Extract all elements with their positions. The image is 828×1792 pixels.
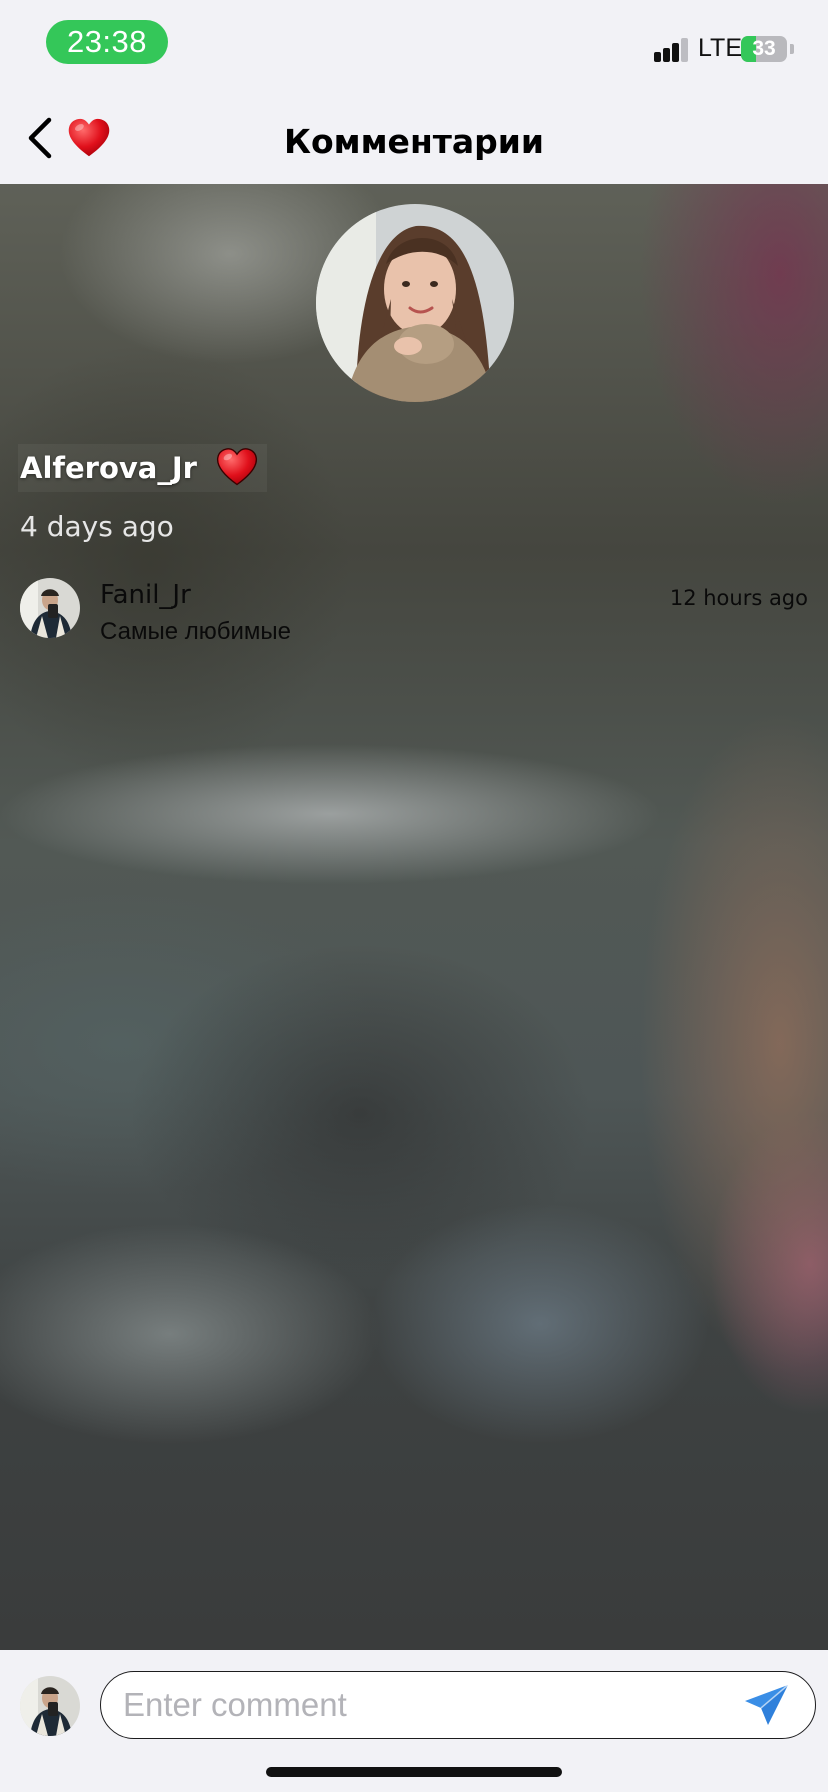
post-author-avatar[interactable] <box>316 204 514 402</box>
comment-input[interactable] <box>100 1671 816 1739</box>
avatar-photo <box>20 1676 80 1736</box>
battery-tip <box>790 44 794 54</box>
comment-composer <box>0 1650 828 1792</box>
paper-plane-icon[interactable] <box>742 1682 792 1728</box>
avatar-photo <box>20 578 80 638</box>
post-author: Alferova_Jr <box>18 444 267 492</box>
network-type: LTE <box>698 34 742 62</box>
page-title: Комментарии <box>283 122 545 161</box>
navigation-bar: Комментарии <box>0 92 828 185</box>
status-bar: 23:38 LTE 33 <box>0 0 828 92</box>
comment-item[interactable]: Fanil_Jr 12 hours ago Самые любимые <box>20 578 808 645</box>
post-timestamp: 4 days ago <box>20 510 174 543</box>
battery-icon: 33 <box>741 36 787 62</box>
clock-pill[interactable]: 23:38 <box>46 20 168 64</box>
comment-author-name[interactable]: Fanil_Jr <box>100 580 191 610</box>
comment-text: Самые любимые <box>100 618 291 645</box>
current-user-avatar[interactable] <box>20 1676 80 1736</box>
cellular-signal-icon <box>654 38 688 64</box>
post-author-username[interactable]: Alferova_Jr <box>20 451 197 485</box>
comments-content[interactable]: Alferova_Jr 4 days ago Fanil_Jr 12 hours… <box>0 184 828 1650</box>
home-indicator <box>266 1767 562 1777</box>
battery-level: 33 <box>752 37 776 60</box>
avatar-photo <box>316 204 514 402</box>
comment-author-avatar[interactable] <box>20 578 80 638</box>
red-heart-icon <box>216 448 258 486</box>
comment-timestamp: 12 hours ago <box>669 586 808 610</box>
